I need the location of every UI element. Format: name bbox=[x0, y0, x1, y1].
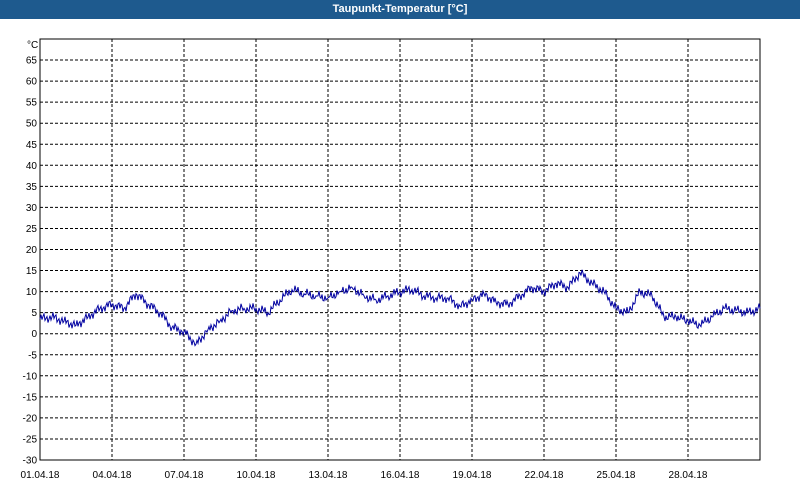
x-tick-labels: 01.04.18 04.04.18 07.04.18 10.04.18 13.04.18… bbox=[21, 470, 708, 481]
y-tick-65: 65 bbox=[26, 56, 38, 67]
x-tick-5: 16.04.18 bbox=[381, 470, 420, 481]
y-tick-60: 60 bbox=[26, 77, 38, 88]
y-tick-40: 40 bbox=[26, 161, 38, 172]
x-tick-2: 07.04.18 bbox=[165, 470, 204, 481]
y-tick--25: -25 bbox=[23, 434, 38, 445]
y-tick-55: 55 bbox=[26, 98, 38, 109]
y-tick-20: 20 bbox=[26, 245, 38, 256]
y-tick--5: -5 bbox=[28, 350, 37, 361]
line-chart: °C 65605550454035302520151050-5-10-15-20… bbox=[21, 38, 761, 481]
x-tick-0: 01.04.18 bbox=[21, 470, 60, 481]
y-tick--20: -20 bbox=[23, 413, 38, 424]
y-tick--30: -30 bbox=[23, 456, 38, 467]
y-axis-label: °C bbox=[27, 40, 38, 51]
y-tick-25: 25 bbox=[26, 224, 38, 235]
y-tick-0: 0 bbox=[31, 329, 37, 340]
y-tick-45: 45 bbox=[26, 140, 38, 151]
y-tick-30: 30 bbox=[26, 203, 38, 214]
y-tick-35: 35 bbox=[26, 182, 38, 193]
grid-lines bbox=[40, 39, 760, 460]
y-tick-labels: 65605550454035302520151050-5-10-15-20-25… bbox=[23, 56, 38, 467]
x-tick-6: 19.04.18 bbox=[453, 470, 492, 481]
x-tick-1: 04.04.18 bbox=[93, 470, 132, 481]
y-tick--10: -10 bbox=[23, 371, 38, 382]
y-tick-50: 50 bbox=[26, 119, 38, 130]
y-tick-15: 15 bbox=[26, 266, 38, 277]
y-tick-5: 5 bbox=[31, 308, 37, 319]
x-tick-8: 25.04.18 bbox=[597, 470, 636, 481]
x-tick-4: 13.04.18 bbox=[309, 470, 348, 481]
y-tick-10: 10 bbox=[26, 287, 38, 298]
x-tick-7: 22.04.18 bbox=[525, 470, 564, 481]
x-tick-9: 28.04.18 bbox=[669, 470, 708, 481]
x-tick-3: 10.04.18 bbox=[237, 470, 276, 481]
y-tick--15: -15 bbox=[23, 392, 38, 403]
